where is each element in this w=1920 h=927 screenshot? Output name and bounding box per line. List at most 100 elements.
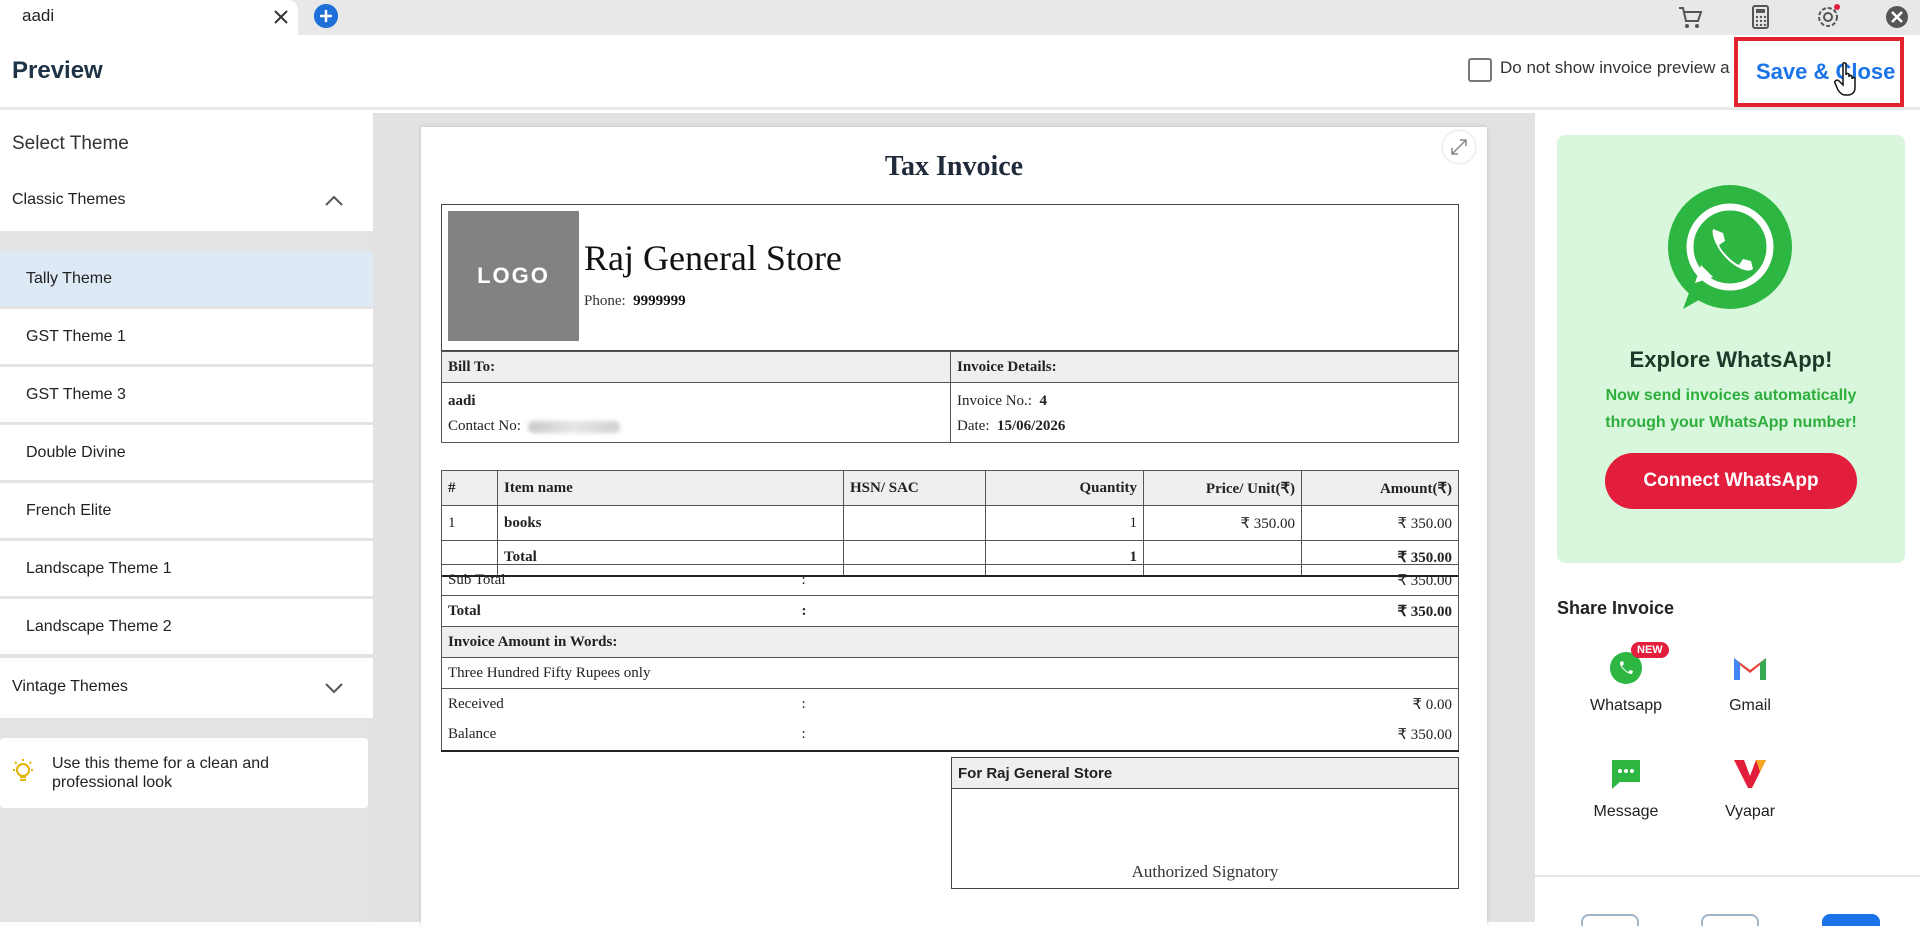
vyapar-icon — [1734, 760, 1766, 788]
classic-themes-label: Classic Themes — [12, 191, 126, 208]
row-qty: 1 — [985, 505, 1144, 541]
classic-themes-toggle[interactable]: Classic Themes — [0, 171, 373, 231]
divider — [1535, 875, 1920, 877]
row-amount: ₹ 350.00 — [1301, 505, 1459, 541]
preview-header: Preview Do not show invoice preview a Sa… — [0, 35, 1920, 110]
share-panel: Explore WhatsApp! Now send invoices auto… — [1535, 113, 1920, 926]
invoice-details-cell: Invoice No.: 4 Date: 15/06/2026 — [950, 382, 1459, 443]
hide-preview-checkbox[interactable] — [1468, 58, 1492, 82]
row-price: ₹ 350.00 — [1143, 505, 1302, 541]
balance-label: Balance — [441, 719, 796, 752]
lightbulb-icon — [13, 759, 33, 781]
received-label: Received — [441, 688, 796, 720]
col-price: Price/ Unit(₹) — [1143, 470, 1302, 506]
row-hsn — [843, 505, 986, 541]
theme-item-landscape-1[interactable]: Landscape Theme 1 — [0, 541, 373, 596]
theme-item-double-divine[interactable]: Double Divine — [0, 425, 373, 480]
balance-value: ₹ 350.00 — [812, 719, 1459, 752]
page-title: Preview — [12, 57, 103, 84]
close-circle-icon[interactable] — [1882, 2, 1912, 32]
store-logo: LOGO — [448, 211, 579, 341]
invoice-preview-area: Tax Invoice LOGO Raj General Store Phone… — [373, 113, 1535, 927]
share-invoice-title: Share Invoice — [1557, 598, 1675, 618]
total-label: Total — [441, 595, 796, 627]
bottom-action-button-1[interactable] — [1581, 914, 1639, 926]
theme-item-label: GST Theme 3 — [26, 386, 126, 403]
save-close-button[interactable]: Save & Close — [1734, 37, 1904, 107]
date-value: 15/06/2026 — [996, 418, 1066, 434]
calculator-icon[interactable] — [1745, 2, 1775, 32]
bill-details-table: Bill To: Invoice Details: aadi Contact N… — [441, 351, 1459, 443]
sub-total-label: Sub Total — [441, 564, 796, 596]
whatsapp-promo-card: Explore WhatsApp! Now send invoices auto… — [1557, 135, 1905, 563]
authorized-signatory: Authorized Signatory — [1131, 862, 1279, 881]
theme-item-french-elite[interactable]: French Elite — [0, 483, 373, 538]
share-gmail-label: Gmail — [1729, 697, 1771, 714]
col-item-name: Item name — [497, 470, 844, 506]
invoice-title: Tax Invoice — [884, 151, 1024, 182]
share-vyapar-label: Vyapar — [1724, 803, 1776, 820]
phone-value: 9999999 — [633, 293, 686, 309]
bottom-action-button-3[interactable] — [1822, 914, 1880, 926]
row-num: 1 — [441, 505, 498, 541]
items-table: # Item name HSN/ SAC Quantity Price/ Uni… — [441, 470, 1459, 577]
contact-value-blurred — [528, 420, 621, 433]
sub-total-value: ₹ 350.00 — [812, 564, 1459, 596]
tab-aadi[interactable]: aadi — [0, 0, 298, 35]
message-icon — [1612, 760, 1640, 789]
select-theme-heading: Select Theme — [0, 113, 373, 171]
theme-item-gst-1[interactable]: GST Theme 1 — [0, 309, 373, 364]
chevron-down-icon — [325, 683, 343, 694]
whatsapp-promo-title: Explore WhatsApp! — [1629, 347, 1833, 372]
share-gmail-button[interactable]: Gmail — [1695, 648, 1805, 728]
contact-label: Contact No: — [448, 418, 521, 434]
bottom-action-button-2[interactable] — [1701, 914, 1759, 926]
theme-item-label: Tally Theme — [26, 270, 112, 287]
signature-box: For Raj General Store Authorized Signato… — [951, 757, 1459, 889]
share-message-label: Message — [1593, 803, 1659, 820]
signature-header: For Raj General Store — [952, 758, 1458, 789]
connect-whatsapp-button[interactable]: Connect WhatsApp — [1605, 453, 1857, 509]
theme-item-label: French Elite — [26, 502, 112, 519]
col-quantity: Quantity — [985, 470, 1144, 506]
settings-icon[interactable] — [1813, 2, 1843, 32]
add-tab-icon[interactable] — [314, 4, 338, 28]
for-store-label: For Raj General Store — [958, 765, 1113, 782]
share-vyapar-button[interactable]: Vyapar — [1695, 754, 1805, 834]
received-value: ₹ 0.00 — [812, 688, 1459, 720]
summary-table: Sub Total : ₹ 350.00 Total : ₹ 350.00 In… — [441, 564, 1459, 752]
store-name: Raj General Store — [584, 238, 842, 278]
bill-to-cell: aadi Contact No: — [441, 382, 951, 443]
table-row: 1 books 1 ₹ 350.00 ₹ 350.00 — [441, 505, 1459, 541]
col-num: # — [441, 470, 498, 506]
chevron-up-icon — [325, 195, 343, 206]
whatsapp-promo-subtitle: Now send invoices automatically through … — [1605, 387, 1857, 431]
theme-item-label: Double Divine — [26, 444, 126, 461]
new-badge: NEW — [1631, 642, 1669, 658]
phone-label: Phone: — [584, 293, 626, 309]
theme-item-tally[interactable]: Tally Theme — [0, 251, 373, 306]
hide-preview-label: Do not show invoice preview a — [1500, 58, 1730, 77]
whatsapp-logo-icon — [1668, 185, 1792, 309]
share-message-button[interactable]: Message — [1571, 754, 1681, 834]
theme-item-gst-3[interactable]: GST Theme 3 — [0, 367, 373, 422]
store-header: LOGO Raj General Store Phone: 9999999 — [441, 204, 1459, 351]
theme-item-label: Landscape Theme 2 — [26, 618, 172, 635]
store-phone: Phone: 9999999 — [584, 293, 686, 310]
invoice-no-value: 4 — [1039, 393, 1047, 409]
theme-tip: Use this theme for a clean and professio… — [0, 738, 368, 808]
theme-item-landscape-2[interactable]: Landscape Theme 2 — [0, 599, 373, 654]
vintage-themes-toggle[interactable]: Vintage Themes — [0, 658, 373, 718]
tab-bar: aadi — [0, 0, 1920, 35]
tip-text: Use this theme for a clean and professio… — [52, 755, 270, 791]
theme-sidebar: Select Theme Classic Themes Tally Theme … — [0, 113, 373, 922]
cart-icon[interactable] — [1675, 2, 1705, 32]
amount-words-header: Invoice Amount in Words: — [441, 626, 1459, 658]
date-label: Date: — [957, 418, 990, 434]
theme-item-label: GST Theme 1 — [26, 328, 126, 345]
theme-item-label: Landscape Theme 1 — [26, 560, 172, 577]
close-tab-icon[interactable] — [268, 4, 294, 30]
share-whatsapp-button[interactable]: NEW Whatsapp — [1571, 642, 1681, 728]
vintage-themes-label: Vintage Themes — [12, 678, 128, 695]
row-item-name: books — [497, 505, 844, 541]
